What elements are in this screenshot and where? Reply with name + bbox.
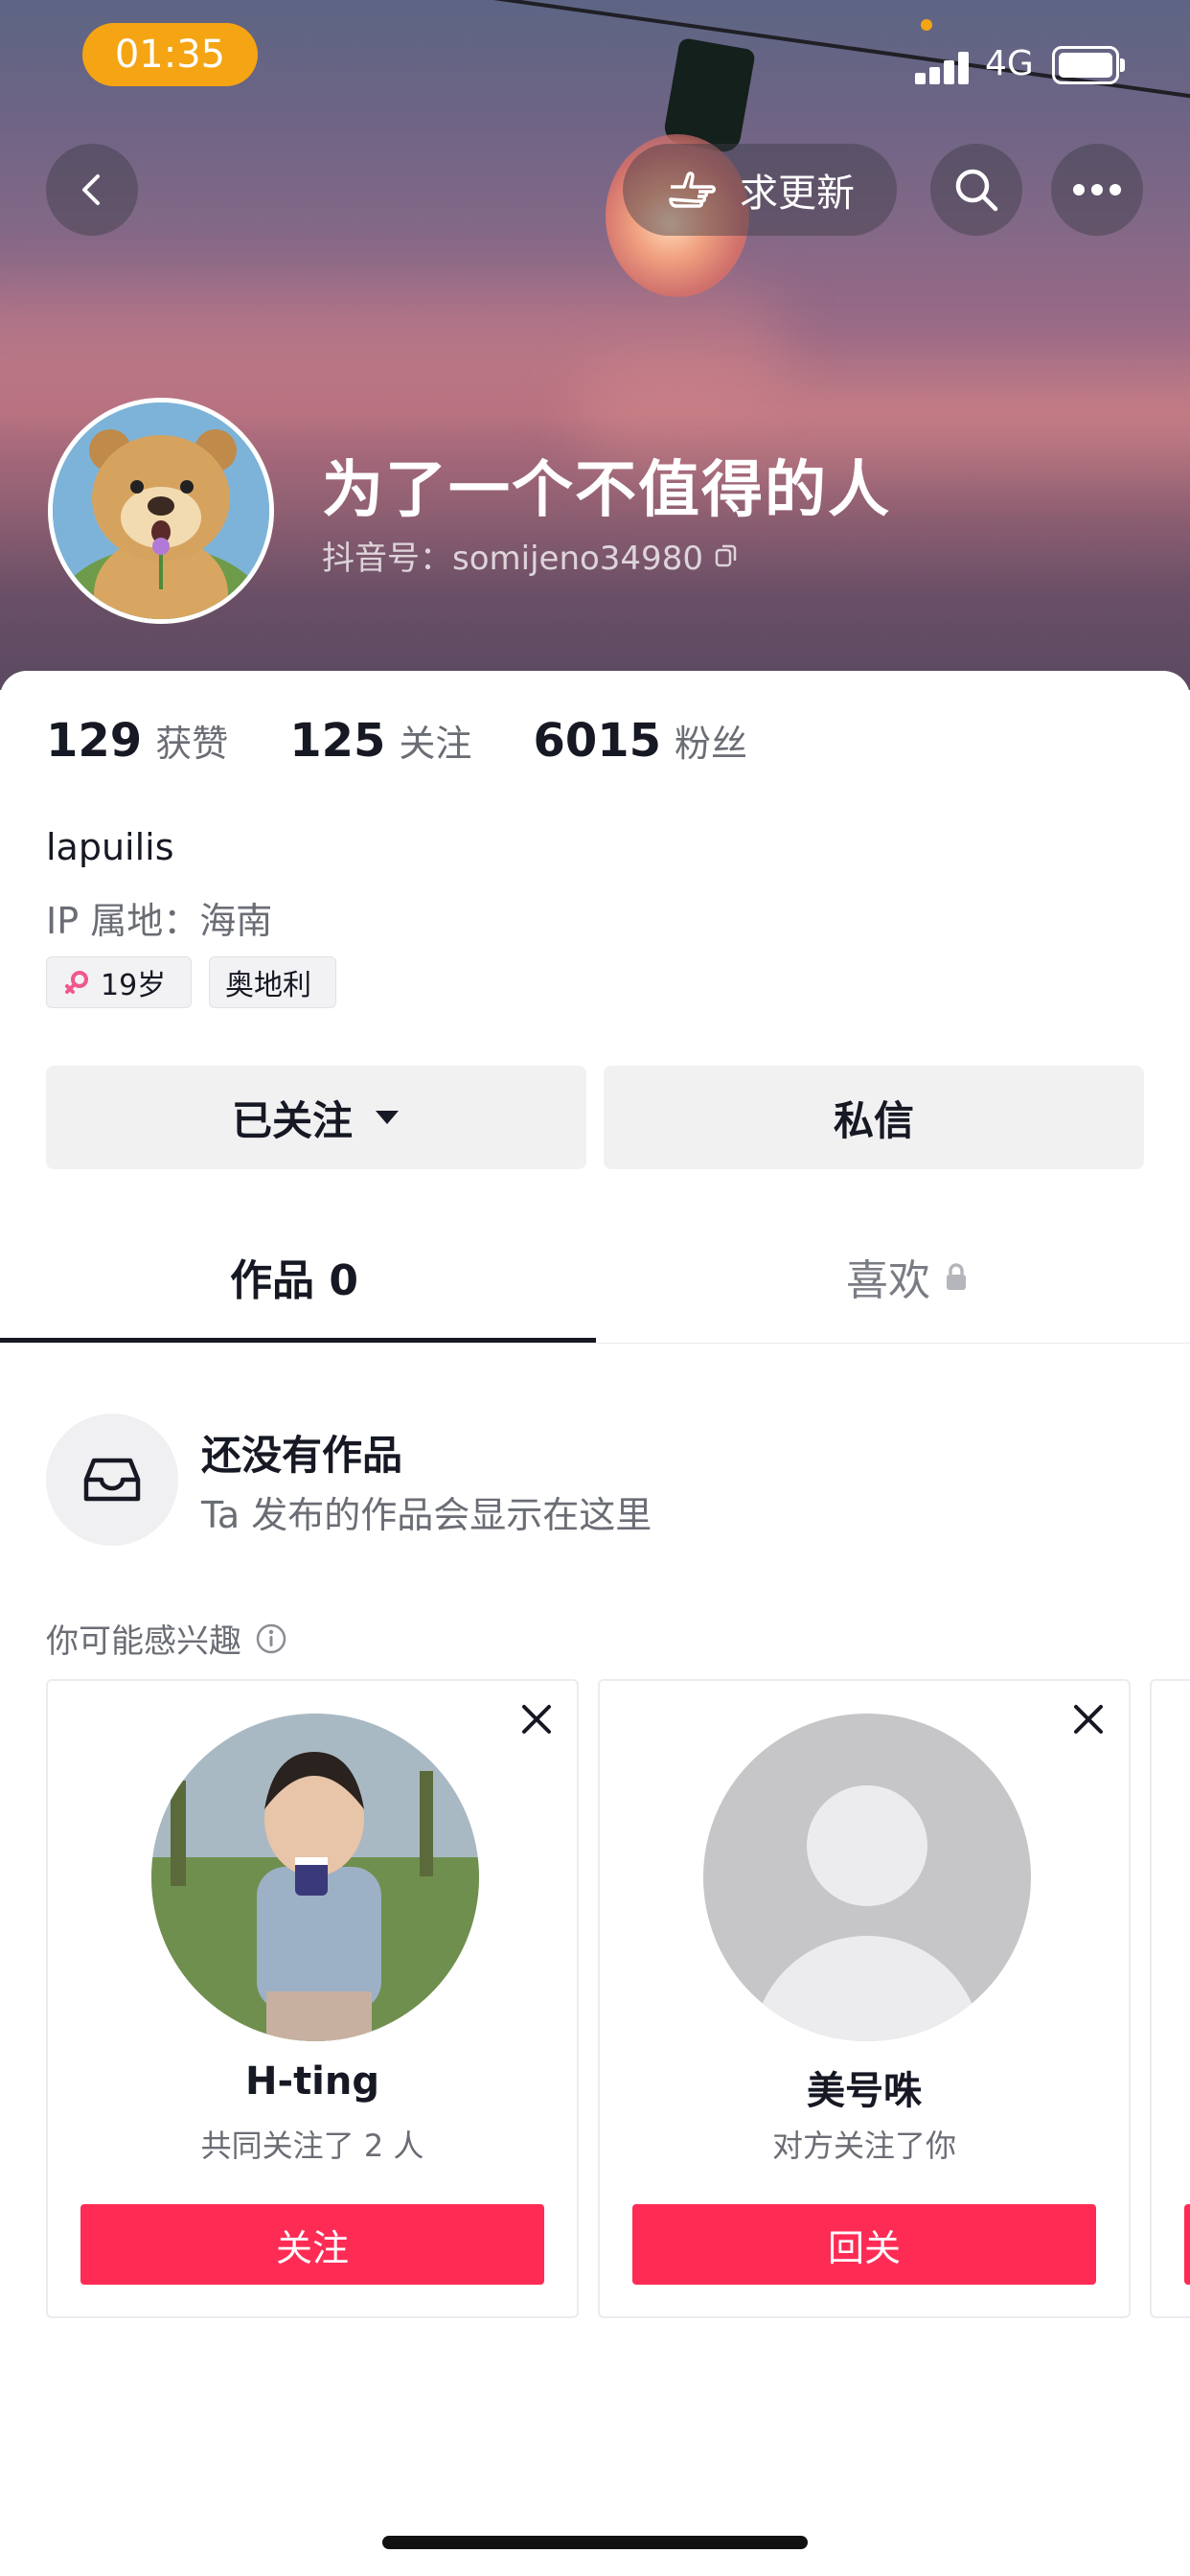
tab-works-label: 作品 0 <box>230 1256 358 1305</box>
followed-button-label: 已关注 <box>231 1096 353 1144</box>
signal-icon <box>915 52 982 84</box>
info-icon[interactable] <box>255 1622 287 1655</box>
profile-stats: 129 获赞 125 关注 6015 粉丝 <box>46 714 747 768</box>
profile-avatar[interactable] <box>48 398 274 624</box>
stat-following[interactable]: 125 关注 <box>289 714 471 768</box>
stat-followers[interactable]: 6015 粉丝 <box>533 714 747 768</box>
douyin-id[interactable]: 抖音号：somijeno34980 <box>322 532 740 579</box>
suggestion-reason: 共同关注了 2 人 <box>200 2128 424 2164</box>
search-button[interactable] <box>930 144 1022 236</box>
profile-username: 为了一个不值得的人 <box>322 455 891 526</box>
lock-icon <box>947 1263 966 1290</box>
location-tag: 奥地利 <box>209 956 336 1008</box>
copy-icon[interactable] <box>713 542 740 569</box>
inbox-tray-icon <box>83 1458 141 1502</box>
tab-likes[interactable]: 喜欢 <box>846 1246 969 1307</box>
caret-down-icon <box>376 1111 399 1124</box>
suggestion-avatar[interactable] <box>151 1714 479 2041</box>
partial-follow-button[interactable] <box>1184 2204 1190 2285</box>
mic-indicator-dot <box>921 19 932 31</box>
profile-bio: lapuilis <box>46 826 174 868</box>
close-icon[interactable] <box>1071 1702 1106 1736</box>
location-tag-text: 奥地利 <box>225 969 311 1002</box>
douyin-id-text: 抖音号：somijeno34980 <box>322 540 703 578</box>
suggestion-name[interactable]: 美号咮 <box>600 2059 1129 2115</box>
more-options-button[interactable] <box>1051 144 1143 236</box>
search-icon <box>955 169 998 212</box>
follow-button[interactable]: 关注 <box>80 2204 544 2285</box>
tab-divider <box>0 1343 1190 1344</box>
suggestion-card: 美号咮 对方关注了你 回关 <box>598 1679 1131 2318</box>
suggestion-card-partial[interactable] <box>1150 1679 1190 2318</box>
followed-button[interactable]: 已关注 <box>46 1066 586 1169</box>
follow-back-button[interactable]: 回关 <box>632 2204 1096 2285</box>
message-button[interactable]: 私信 <box>604 1066 1144 1169</box>
stat-likes[interactable]: 129 获赞 <box>46 714 228 768</box>
bear-cartoon-avatar-image <box>53 402 269 619</box>
tab-works[interactable]: 作品 0 <box>230 1246 358 1307</box>
suggestion-card: H-ting 共同关注了 2 人 关注 <box>46 1679 579 2318</box>
close-icon[interactable] <box>519 1702 554 1736</box>
stat-value: 6015 <box>533 714 662 768</box>
stat-value: 129 <box>46 714 143 768</box>
request-update-label: 求更新 <box>740 172 855 216</box>
status-time: 01:35 <box>82 23 258 86</box>
message-button-label: 私信 <box>833 1096 914 1144</box>
age-tag-text: 19岁 <box>101 969 167 1002</box>
suggestion-name[interactable]: H-ting <box>48 2059 577 2104</box>
back-button[interactable] <box>46 144 138 236</box>
suggestion-avatar[interactable] <box>703 1714 1031 2041</box>
stat-value: 125 <box>289 714 386 768</box>
female-icon <box>65 971 88 994</box>
request-update-button[interactable]: 求更新 <box>623 144 897 236</box>
default-user-avatar-icon <box>703 1714 1031 2041</box>
pointing-hand-icon <box>669 172 716 208</box>
empty-state-subtitle: Ta 发布的作品会显示在这里 <box>201 1494 652 1536</box>
chevron-left-icon <box>82 174 100 205</box>
stat-label: 关注 <box>399 723 472 765</box>
child-photo-avatar-image <box>151 1714 479 2041</box>
empty-works-icon-wrap <box>46 1414 178 1546</box>
tab-likes-label: 喜欢 <box>846 1256 930 1305</box>
more-dots-icon <box>1073 184 1121 196</box>
age-tag: 19岁 <box>46 956 192 1008</box>
stat-label: 获赞 <box>155 723 229 765</box>
suggestions-title: 你可能感兴趣 <box>46 1622 241 1661</box>
battery-icon <box>1052 46 1125 84</box>
stat-label: 粉丝 <box>675 723 748 765</box>
network-type: 4G <box>985 44 1034 83</box>
suggestion-reason: 对方关注了你 <box>771 2128 956 2164</box>
suggestions-header: 你可能感兴趣 <box>46 1615 287 1662</box>
ip-location: IP 属地：海南 <box>46 900 273 942</box>
empty-state-title: 还没有作品 <box>201 1432 403 1479</box>
home-indicator[interactable] <box>382 2536 808 2549</box>
